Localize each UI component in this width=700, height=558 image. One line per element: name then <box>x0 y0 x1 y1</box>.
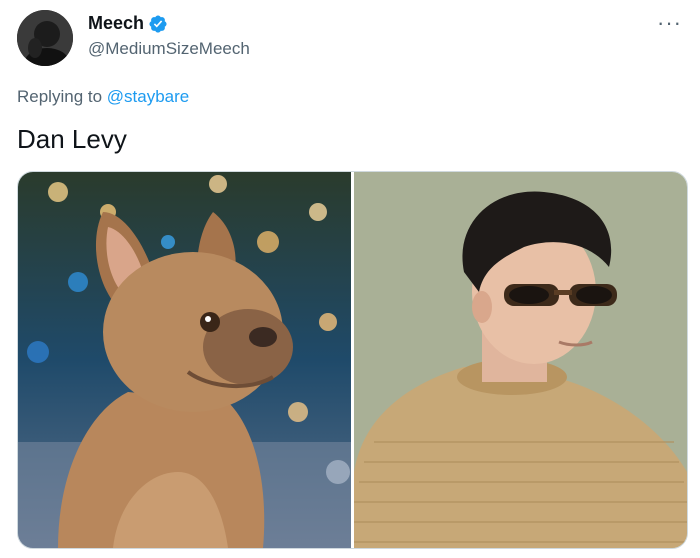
author-handle[interactable]: @MediumSizeMeech <box>88 39 250 59</box>
avatar[interactable] <box>17 10 73 66</box>
tweet-media-grid <box>17 171 688 549</box>
replying-to: Replying to @staybare <box>17 87 189 107</box>
verified-badge-icon <box>148 14 168 34</box>
tweet-text: Dan Levy <box>17 124 127 154</box>
author-name-row[interactable]: Meech <box>88 13 168 34</box>
replying-to-label: Replying to <box>17 87 103 106</box>
replying-to-mention-link[interactable]: @staybare <box>107 87 189 106</box>
dan-levy-photo[interactable] <box>354 172 687 548</box>
author-display-name[interactable]: Meech <box>88 13 144 34</box>
french-bulldog-photo[interactable] <box>18 172 351 548</box>
more-horizontal-icon[interactable]: ··· <box>657 10 682 36</box>
avatar-image <box>17 10 73 66</box>
